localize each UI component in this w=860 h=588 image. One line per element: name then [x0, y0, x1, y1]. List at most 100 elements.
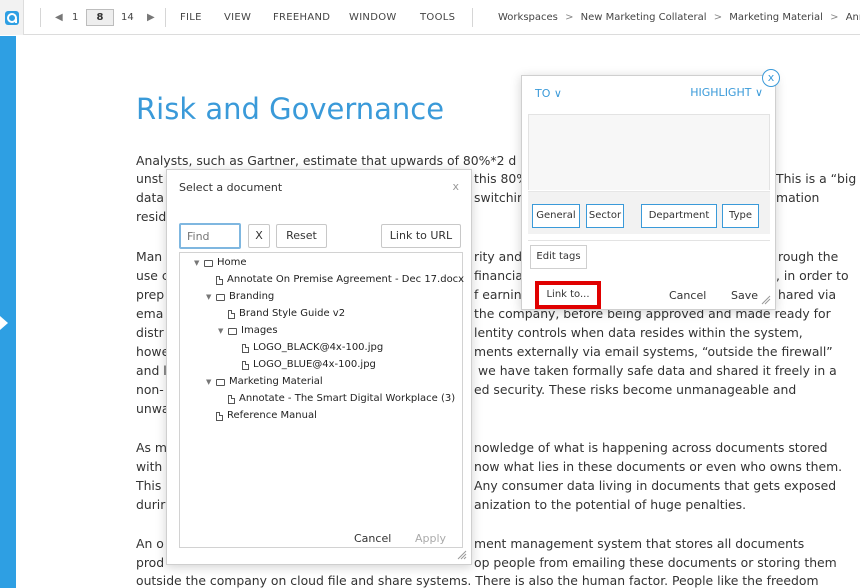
document-text-line: and l [136, 363, 167, 378]
document-text-line: prep [136, 287, 165, 302]
page-total: 14 [121, 12, 134, 23]
tree-folder-marketing-material[interactable]: ▼ Marketing Material [206, 376, 323, 388]
tree-item-label: Home [217, 257, 247, 268]
document-heading: Risk and Governance [136, 92, 445, 126]
breadcrumb-workspaces[interactable]: Workspaces [498, 12, 558, 23]
tree-item-label: Brand Style Guide v2 [239, 308, 346, 319]
top-toolbar: ◀ 1 8 14 ▶ FILE VIEW FREEHAND WINDOW TOO… [0, 0, 860, 35]
document-text-fragment: ment management system that stores all d… [474, 536, 805, 551]
file-icon [216, 275, 223, 285]
document-text-fragment: hared via [778, 287, 837, 302]
tree-item-label: LOGO_BLACK@4x-100.jpg [253, 342, 384, 353]
find-input[interactable] [179, 223, 241, 249]
app-logo-icon[interactable] [0, 0, 24, 35]
dialog-apply-button[interactable]: Apply [415, 532, 446, 545]
breadcrumb-separator: > [830, 12, 839, 23]
reset-button[interactable]: Reset [276, 224, 327, 248]
document-tree: ▼ Home Annotate On Premise Agreement - D… [179, 252, 464, 548]
document-text-fragment: now what lies in these documents or even… [474, 459, 843, 474]
annotation-popup: TO ∨ HIGHLIGHT ∨ General Sector Departme… [521, 75, 776, 310]
document-text-line: ema [136, 306, 164, 321]
tree-file[interactable]: LOGO_BLUE@4x-100.jpg [242, 359, 376, 371]
tree-file[interactable]: Reference Manual [216, 410, 317, 422]
file-icon [242, 360, 249, 370]
breadcrumb-new-marketing-collateral[interactable]: New Marketing Collateral [581, 12, 707, 23]
document-text-line: This [136, 478, 162, 493]
document-text-line: howe [136, 344, 170, 359]
page-prev-number[interactable]: 1 [72, 12, 78, 24]
menu-freehand[interactable]: FREEHAND [273, 12, 330, 24]
tree-file[interactable]: Annotate - The Smart Digital Workplace (… [228, 393, 455, 405]
document-text-fragment: lentity controls when data resides withi… [474, 325, 803, 340]
chevron-down-icon[interactable]: ▼ [206, 291, 216, 303]
document-text-line: prod [136, 555, 165, 570]
document-text-fragment: , in order to [776, 268, 849, 283]
document-text-line: Analysts, such as Gartner, estimate that… [136, 153, 517, 168]
next-page-icon[interactable]: ▶ [147, 12, 155, 24]
chevron-down-icon[interactable]: ▼ [218, 325, 228, 337]
file-icon [242, 343, 249, 353]
resize-grip-icon[interactable] [761, 295, 771, 305]
tree-file[interactable]: Annotate On Premise Agreement - Dec 17.d… [216, 274, 464, 286]
tree-folder-images[interactable]: ▼ Images [218, 325, 278, 337]
current-page-input[interactable]: 8 [86, 9, 114, 26]
toolbar-divider [40, 8, 41, 27]
tag-department-button[interactable]: Department [641, 204, 717, 228]
dialog-cancel-button[interactable]: Cancel [354, 532, 391, 545]
chevron-down-icon[interactable]: ▼ [194, 257, 204, 269]
tree-file[interactable]: LOGO_BLACK@4x-100.jpg [242, 342, 383, 354]
document-text-fragment: rough the [778, 249, 839, 264]
link-to-button[interactable]: Link to... [535, 281, 601, 309]
tag-general-button[interactable]: General [532, 204, 580, 228]
link-to-url-button[interactable]: Link to URL [381, 224, 461, 248]
tree-item-label: Annotate On Premise Agreement - Dec 17.d… [227, 274, 465, 285]
breadcrumb-separator: > [713, 12, 723, 23]
tag-type-button[interactable]: Type [722, 204, 759, 228]
document-text-line: outside the company on cloud file and sh… [136, 573, 819, 588]
menu-view[interactable]: VIEW [224, 12, 251, 24]
tree-item-label: LOGO_BLUE@4x-100.jpg [253, 359, 376, 370]
tree-item-label: Images [241, 325, 278, 336]
highlight-dropdown[interactable]: HIGHLIGHT ∨ [690, 86, 763, 99]
tag-row: General Sector Department Type [528, 191, 770, 234]
file-icon [228, 309, 235, 319]
comment-textarea[interactable] [528, 114, 770, 190]
breadcrumb-marketing-material[interactable]: Marketing Material [729, 12, 823, 23]
chevron-down-icon[interactable]: ▼ [206, 376, 216, 388]
menu-window[interactable]: WINDOW [349, 12, 397, 24]
menu-file[interactable]: FILE [180, 12, 202, 24]
to-dropdown[interactable]: TO ∨ [535, 87, 562, 100]
document-text-fragment: anization to the potential of huge penal… [474, 497, 747, 512]
document-text-fragment: f earnin [474, 287, 522, 302]
dialog-close-button[interactable]: x [452, 180, 459, 193]
document-text-fragment: ments externally via email systems, “out… [474, 344, 833, 359]
document-text-line: resid [136, 209, 167, 224]
folder-icon [216, 293, 225, 301]
tree-file[interactable]: Brand Style Guide v2 [228, 308, 345, 320]
select-document-dialog: Select a document x X Reset Link to URL … [166, 169, 472, 565]
document-text-fragment: op people from emailing these documents … [474, 555, 837, 570]
resize-grip-icon[interactable] [457, 550, 467, 560]
tree-folder-home[interactable]: ▼ Home [194, 257, 247, 269]
document-text-fragment: This is a “big [776, 171, 857, 186]
tree-item-label: Marketing Material [229, 376, 323, 387]
document-text-fragment: mation [776, 190, 820, 205]
document-text-fragment: nowledge of what is happening across doc… [474, 440, 828, 455]
document-text-fragment: we have taken formally safe data and sha… [478, 363, 837, 378]
folder-icon [228, 327, 237, 335]
file-icon [216, 411, 223, 421]
tree-folder-branding[interactable]: ▼ Branding [206, 291, 274, 303]
document-text-line: use c [136, 268, 169, 283]
breadcrumb-annotate: Annotate [845, 12, 860, 23]
expand-sidebar-icon[interactable] [0, 316, 8, 330]
popup-close-button[interactable]: x [762, 69, 780, 87]
prev-page-icon[interactable]: ◀ [55, 12, 63, 24]
edit-tags-button[interactable]: Edit tags [530, 245, 587, 269]
popup-save-button[interactable]: Save [731, 289, 758, 302]
popup-cancel-button[interactable]: Cancel [669, 289, 706, 302]
menu-tools[interactable]: TOOLS [420, 12, 455, 24]
toolbar-divider [165, 8, 166, 27]
tag-sector-button[interactable]: Sector [586, 204, 624, 228]
clear-find-button[interactable]: X [248, 224, 270, 248]
document-text-fragment: rity and [474, 249, 522, 264]
